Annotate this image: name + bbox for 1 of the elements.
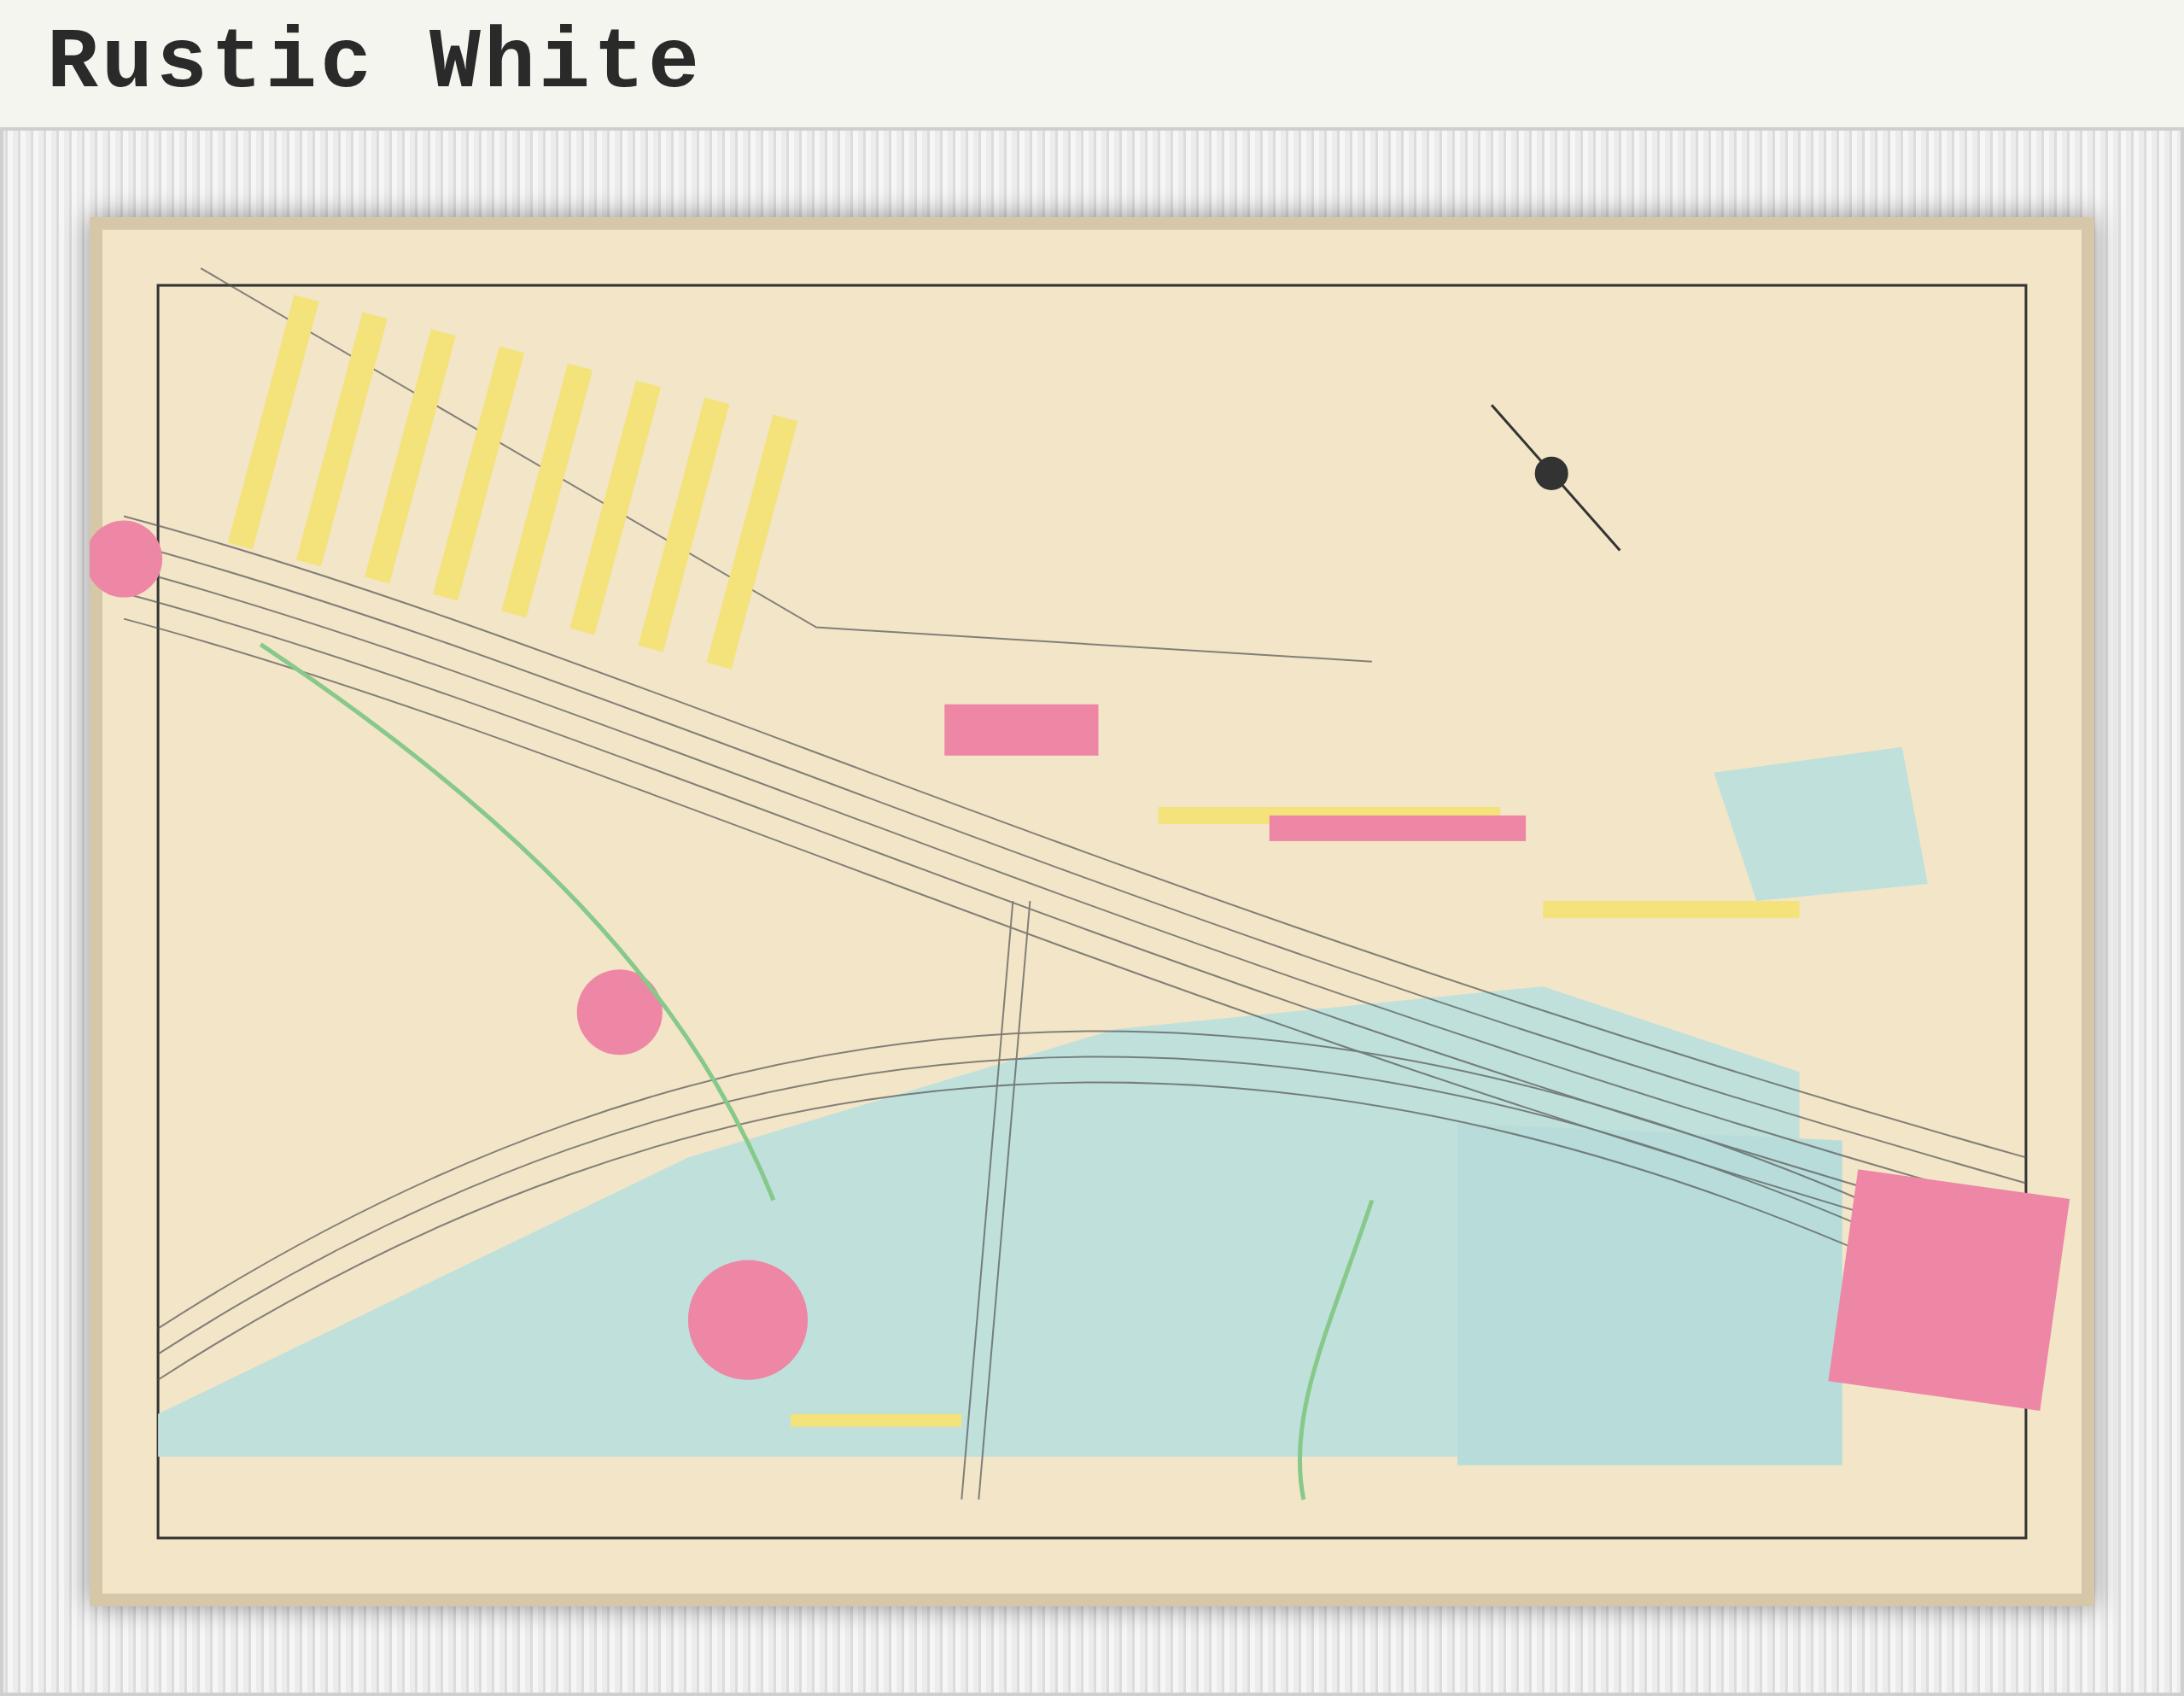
product-title: Rustic White (47, 15, 704, 112)
